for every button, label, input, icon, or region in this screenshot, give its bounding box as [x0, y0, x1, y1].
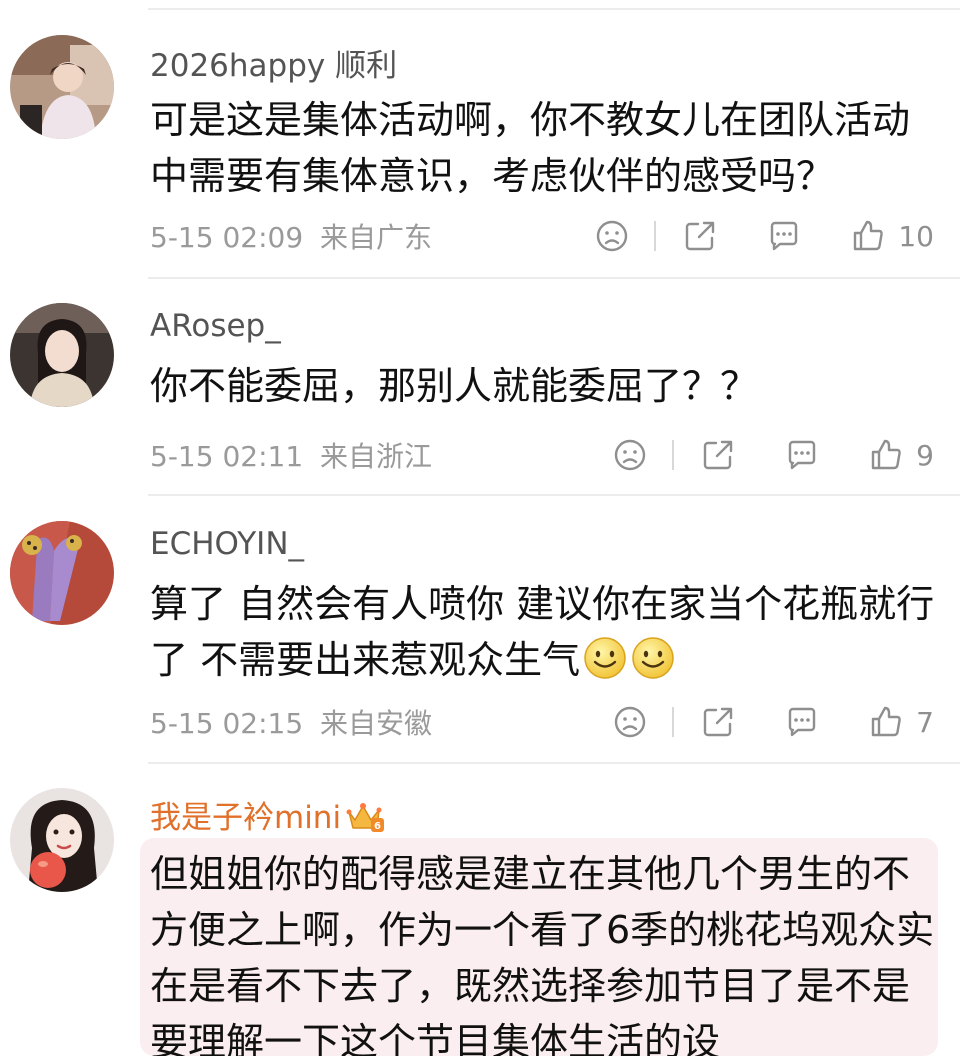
avatar[interactable]: [10, 788, 114, 892]
repost-button[interactable]: [700, 437, 736, 473]
comment-text: 可是这是集体活动啊，你不教女儿在团队活动中需要有集体意识，考虑伙伴的感受吗？: [150, 98, 911, 198]
dislike-button[interactable]: [594, 218, 630, 254]
comment-text: 但姐姐你的配得感是建立在其他几个男生的不方便之上啊，作为一个看了6季的桃花坞观众…: [140, 838, 938, 1056]
like-count: 7: [916, 705, 934, 739]
thumb-up-icon: [868, 704, 904, 740]
dislike-button[interactable]: [612, 437, 648, 473]
comment-time: 5-15 02:09: [150, 221, 304, 254]
share-icon: [682, 218, 718, 254]
comment-divider: [148, 494, 960, 496]
like-button[interactable]: 7: [868, 704, 934, 740]
sad-face-icon: [612, 437, 648, 473]
crown-level-badge-icon: 6: [345, 800, 385, 834]
like-button[interactable]: 10: [850, 218, 934, 254]
comment-location: 来自浙江: [320, 440, 433, 473]
comment-text: 你不能委屈，那别人就能委屈了？？: [150, 364, 759, 408]
username-text: 我是子衿mini: [150, 800, 342, 836]
sad-face-icon: [594, 218, 630, 254]
comment-icon: [784, 704, 820, 740]
share-icon: [700, 704, 736, 740]
username[interactable]: ECHOYIN_: [150, 526, 304, 562]
comment-location: 来自广东: [320, 221, 433, 254]
comment-time: 5-15 02:15: [150, 707, 304, 740]
sad-face-icon: [612, 704, 648, 740]
thumb-up-icon: [868, 437, 904, 473]
comment-meta: 5-15 02:09 来自广东: [150, 216, 432, 256]
dislike-button[interactable]: [612, 704, 648, 740]
comment-icon: [784, 437, 820, 473]
comment-divider: [148, 762, 960, 764]
comment-time: 5-15 02:11: [150, 440, 304, 473]
action-bar: 7: [612, 702, 934, 742]
like-count: 9: [916, 438, 934, 472]
smile-emoji-icon: [630, 635, 676, 681]
share-icon: [700, 437, 736, 473]
like-button[interactable]: 9: [868, 437, 934, 473]
username[interactable]: 2026happy 顺利: [150, 40, 397, 85]
reply-button[interactable]: [766, 218, 802, 254]
action-separator: [654, 221, 657, 251]
svg-text:6: 6: [374, 821, 381, 832]
like-count: 10: [898, 219, 934, 253]
reply-button[interactable]: [784, 704, 820, 740]
username[interactable]: 我是子衿mini 6: [150, 792, 385, 837]
comment-meta: 5-15 02:15 来自安徽: [150, 702, 432, 742]
comment-meta: 5-15 02:11 来自浙江: [150, 435, 432, 475]
repost-button[interactable]: [682, 218, 718, 254]
action-separator: [672, 440, 675, 470]
username[interactable]: ARosep_: [150, 308, 281, 344]
reply-button[interactable]: [784, 437, 820, 473]
repost-button[interactable]: [700, 704, 736, 740]
comment-text: 算了 自然会有人喷你 建议你在家当个花瓶就行了 不需要出来惹观众生气: [150, 576, 938, 688]
top-divider: [148, 8, 960, 10]
thumb-up-icon: [850, 218, 886, 254]
action-bar: 9: [612, 435, 934, 475]
avatar[interactable]: [10, 303, 114, 407]
comment-icon: [766, 218, 802, 254]
comment-text-body: 算了 自然会有人喷你 建议你在家当个花瓶就行了 不需要出来惹观众生气: [150, 582, 935, 682]
comment-location: 来自安徽: [320, 707, 433, 740]
avatar[interactable]: [10, 521, 114, 625]
action-separator: [672, 707, 675, 737]
action-bar: 10: [594, 216, 934, 256]
avatar[interactable]: [10, 35, 114, 139]
comment-divider: [148, 277, 960, 279]
smile-emoji-icon: [582, 635, 628, 681]
